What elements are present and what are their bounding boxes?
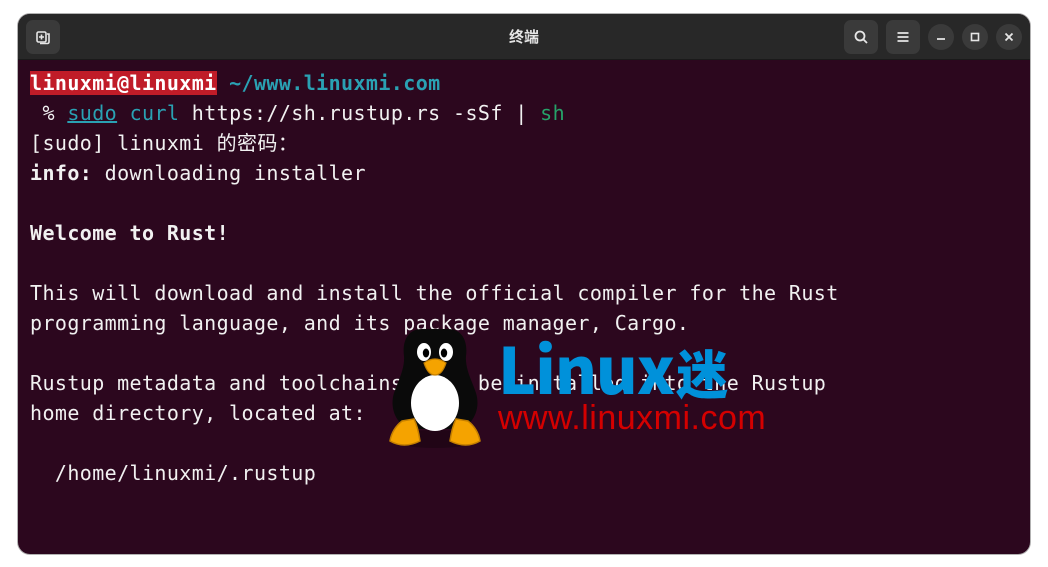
close-icon xyxy=(1003,31,1015,43)
blank-line xyxy=(30,338,1018,368)
cmd-pipe: | xyxy=(515,101,527,125)
minimize-icon xyxy=(935,31,947,43)
close-button[interactable] xyxy=(996,24,1022,50)
cmd-sh: sh xyxy=(540,101,565,125)
search-button[interactable] xyxy=(844,20,878,54)
new-tab-button[interactable] xyxy=(26,20,60,54)
prompt-user: linuxmi@linuxmi xyxy=(30,71,217,95)
para1-line2: programming language, and its package ma… xyxy=(30,308,1018,338)
cmd-url: https://sh.rustup.rs -sSf xyxy=(192,101,503,125)
info-line: info: downloading installer xyxy=(30,158,1018,188)
blank-line xyxy=(30,188,1018,218)
sudo-prompt: [sudo] linuxmi 的密码： xyxy=(30,128,1018,158)
welcome-line: Welcome to Rust! xyxy=(30,218,1018,248)
hamburger-icon xyxy=(895,29,911,45)
window-title: 终端 xyxy=(509,26,539,47)
maximize-button[interactable] xyxy=(962,24,988,50)
info-text: downloading installer xyxy=(92,161,366,185)
cmd-sudo: sudo xyxy=(67,101,117,125)
blank-line xyxy=(30,428,1018,458)
para1-line1: This will download and install the offic… xyxy=(30,278,1018,308)
command-line: % sudo curl https://sh.rustup.rs -sSf | … xyxy=(30,98,1018,128)
terminal-window: 终端 xyxy=(18,14,1030,554)
blank-line xyxy=(30,248,1018,278)
prompt-line: linuxmi@linuxmi ~/www.linuxmi.com xyxy=(30,68,1018,98)
new-tab-icon xyxy=(35,29,51,45)
titlebar: 终端 xyxy=(18,14,1030,60)
prompt-path: ~/www.linuxmi.com xyxy=(229,71,441,95)
prompt-symbol: % xyxy=(30,101,55,125)
maximize-icon xyxy=(969,31,981,43)
rustup-path: /home/linuxmi/.rustup xyxy=(30,458,1018,488)
para2-line2: home directory, located at: xyxy=(30,398,1018,428)
info-prefix: info: xyxy=(30,161,92,185)
menu-button[interactable] xyxy=(886,20,920,54)
para2-line1: Rustup metadata and toolchains will be i… xyxy=(30,368,1018,398)
search-icon xyxy=(853,29,869,45)
cmd-curl: curl xyxy=(130,101,180,125)
terminal-content[interactable]: linuxmi@linuxmi ~/www.linuxmi.com % sudo… xyxy=(18,60,1030,496)
minimize-button[interactable] xyxy=(928,24,954,50)
